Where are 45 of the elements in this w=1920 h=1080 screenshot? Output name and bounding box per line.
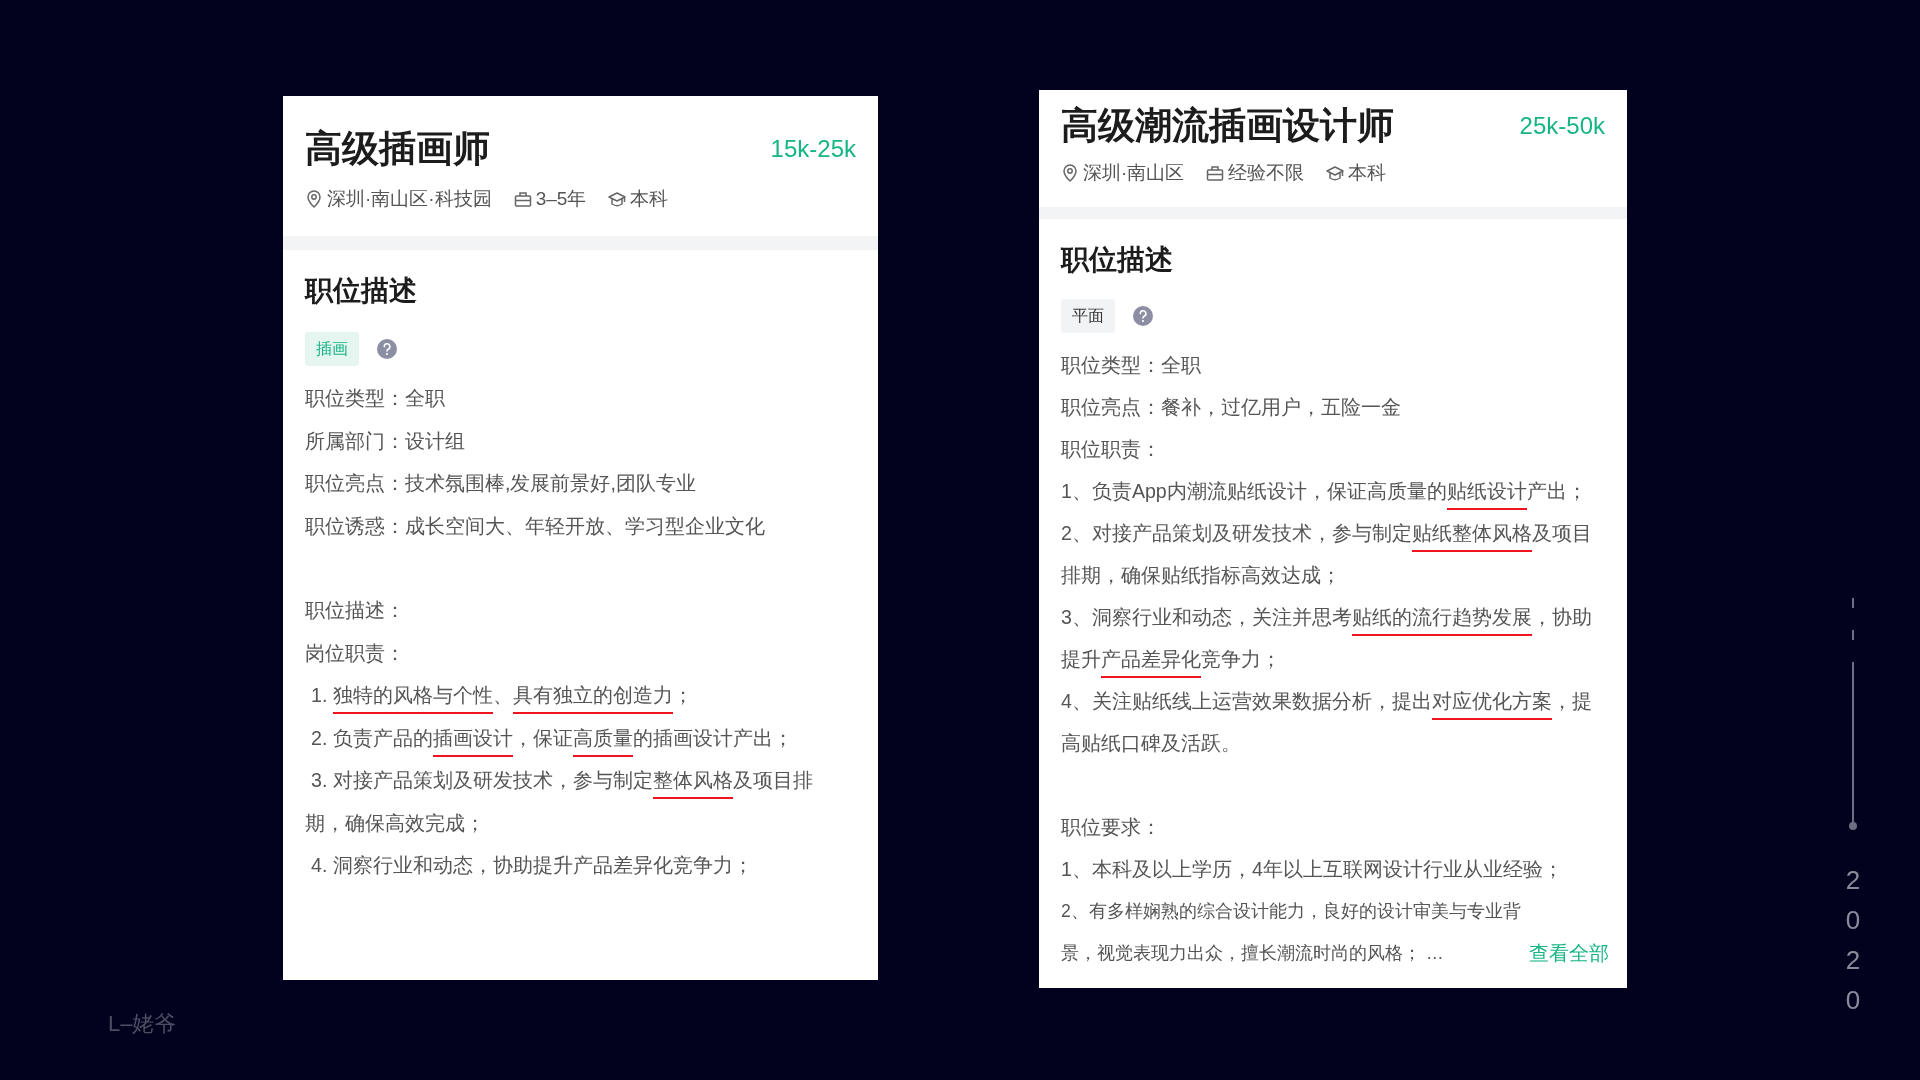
meta-text: 3–5年 — [535, 187, 587, 212]
year-text: 2020 — [1844, 864, 1862, 1018]
graduation-cap-icon — [608, 190, 627, 209]
section-title: 职位描述 — [1061, 243, 1174, 278]
list-item-text: 4. 洞察行业和动态，协助提升产品差异化竞争力； — [310, 853, 754, 879]
description-text: 岗位职责： — [305, 640, 406, 666]
meta-text: 经验不限 — [1228, 161, 1305, 186]
job-title: 高级插画师 — [305, 127, 490, 171]
list-item-text: 1. 独特的风格与个性、具有独立的创造力； — [305, 674, 830, 717]
help-icon[interactable] — [1133, 306, 1153, 327]
description-text: 职位要求： — [1061, 815, 1162, 841]
meta-text: 本科 — [1348, 161, 1387, 186]
briefcase-icon — [513, 190, 532, 209]
description-text: 职位描述： — [305, 598, 406, 624]
location-pin-icon — [305, 190, 323, 209]
description-text: 4、关注贴纸线上运营效果数据分析，提出对应优化方案，提高贴纸口碑及活跃。 — [1061, 689, 1593, 757]
help-icon[interactable] — [377, 339, 397, 360]
location-pin-icon — [1061, 164, 1079, 183]
job-title: 高级潮流插画设计师 — [1061, 104, 1394, 148]
description-text: 2、有多样娴熟的综合设计能力，良好的设计审美与专业背景，视觉表现力出众，擅长潮流时尚的风格； … — [1061, 900, 1522, 966]
description-text: 职位亮点：技术氛围棒,发展前景好,团队专业 — [305, 471, 697, 497]
meta-text: 深圳·南山区·科技园 — [327, 187, 492, 212]
description-text: 职位类型：全职 — [305, 386, 446, 412]
view-all-link[interactable]: 查看全部 — [1529, 932, 1609, 975]
graduation-cap-icon — [1326, 164, 1345, 183]
description-text: 职位类型：全职 — [1061, 353, 1202, 379]
meta-text: 深圳·南山区 — [1083, 161, 1185, 186]
description-text: 1、本科及以上学历，4年以上互联网设计行业从业经验； — [1061, 857, 1564, 883]
description-text: 3、洞察行业和动态，关注并思考贴纸的流行趋势发展，协助提升产品差异化竞争力； — [1061, 596, 1596, 681]
list-item-text: 3. 对接产品策划及研发技术，参与制定整体风格及项目排期，确保高效完成； — [305, 768, 814, 836]
description-text: 所属部门：设计组 — [305, 428, 466, 454]
description-text: 职位职责： — [1061, 437, 1162, 463]
description-text: 1、负责App内潮流贴纸设计，保证高质量的贴纸设计产出； — [1061, 470, 1596, 513]
salary-text: 25k-50k — [1519, 111, 1605, 142]
briefcase-icon — [1206, 164, 1225, 183]
section-title: 职位描述 — [305, 274, 418, 309]
signature-text: L–姥爷 — [108, 1010, 178, 1038]
salary-text: 15k-25k — [770, 134, 856, 165]
category-tag: 插画 — [305, 332, 359, 367]
category-tag: 平面 — [1061, 299, 1115, 334]
description-text: 职位亮点：餐补，过亿用户，五险一金 — [1061, 395, 1402, 421]
description-text: 职位诱惑：成长空间大、年轻开放、学习型企业文化 — [305, 513, 766, 539]
description-text: 2、对接产品策划及研发技术，参与制定贴纸整体风格及项目排期，确保贴纸指标高效达成； — [1061, 521, 1593, 589]
meta-text: 本科 — [630, 187, 669, 212]
list-item-text: 2. 负责产品的插画设计，保证高质量的插画设计产出； — [305, 716, 830, 760]
